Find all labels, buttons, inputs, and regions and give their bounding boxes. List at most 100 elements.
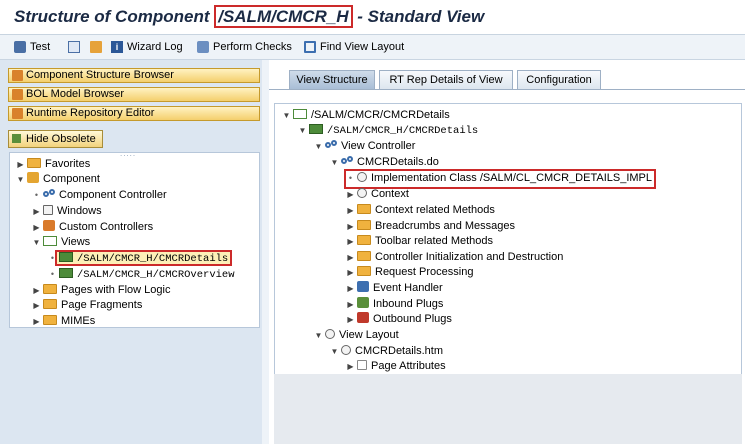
view-icon (309, 124, 323, 134)
tree-node-label: Views (61, 236, 91, 248)
structure-node-context[interactable]: ▶ Context (346, 187, 409, 202)
tree-node-windows[interactable]: ▶ Windows (32, 204, 102, 219)
hide-obsolete-button[interactable]: Hide Obsolete (8, 130, 103, 148)
structure-node-label: View Controller (341, 140, 416, 152)
collapse-arrow-icon[interactable]: ▼ (298, 123, 307, 138)
find-view-layout-button[interactable]: Find View Layout (304, 40, 404, 54)
page-title: Structure of Component /SALM/CMCR_H - St… (14, 5, 485, 28)
structure-node-inbound-plugs[interactable]: ▶ Inbound Plugs (346, 297, 443, 312)
tree-node-component[interactable]: ▼ Component (16, 172, 100, 187)
structure-node-page-attributes[interactable]: ▶ Page Attributes (346, 359, 446, 374)
folder-icon (357, 220, 371, 230)
collapse-arrow-icon[interactable]: ▼ (282, 108, 291, 123)
collapse-arrow-icon[interactable]: ▼ (314, 328, 323, 343)
collapse-arrow-icon[interactable]: ▼ (314, 139, 323, 154)
expand-arrow-icon[interactable]: ▶ (346, 219, 355, 234)
collapse-arrow-icon[interactable]: ▼ (32, 235, 41, 250)
folder-icon (43, 299, 57, 309)
favorites-button[interactable] (90, 40, 106, 54)
structure-node-controller-file[interactable]: ▼ CMCRDetails.do (330, 155, 439, 170)
structure-node-event-handler[interactable]: ▶ Event Handler (346, 281, 443, 296)
tab-rt-rep-details[interactable]: RT Rep Details of View (379, 70, 513, 89)
tree-node-page-fragments[interactable]: ▶ Page Fragments (32, 298, 142, 313)
tree-node-component-controller[interactable]: • Component Controller (32, 188, 167, 203)
expand-arrow-icon[interactable]: ▶ (346, 187, 355, 202)
expand-arrow-icon[interactable]: ▶ (346, 297, 355, 312)
info-icon: i (111, 41, 123, 53)
views-icon (43, 236, 57, 246)
expand-arrow-icon[interactable]: ▶ (346, 203, 355, 218)
structure-node-label: View Layout (339, 329, 399, 341)
tree-node-custom-controllers[interactable]: ▶ Custom Controllers (32, 220, 153, 235)
expand-arrow-icon[interactable]: ▶ (32, 314, 41, 329)
structure-node-context-methods[interactable]: ▶ Context related Methods (346, 203, 495, 218)
expand-arrow-icon[interactable]: ▶ (346, 312, 355, 327)
wizard-log-label: Wizard Log (127, 41, 183, 53)
tab-configuration[interactable]: Configuration (517, 70, 601, 89)
structure-node-label: Context related Methods (375, 204, 495, 216)
collapse-arrow-icon[interactable]: ▼ (330, 155, 339, 170)
leaf-dot-icon: • (50, 253, 55, 263)
expand-arrow-icon[interactable]: ▶ (32, 283, 41, 298)
test-label: Test (30, 41, 51, 53)
expand-arrow-icon[interactable]: ▶ (346, 359, 355, 374)
tree-node-pages-with-flow-logic[interactable]: ▶ Pages with Flow Logic (32, 283, 170, 298)
bol-model-browser-button[interactable]: BOL Model Browser (8, 87, 260, 102)
tab-view-structure[interactable]: View Structure (289, 70, 375, 89)
expand-arrow-icon[interactable]: ▶ (32, 220, 41, 235)
tree-node-label: Component (43, 173, 100, 185)
tree-node-mimes[interactable]: ▶ MIMEs (32, 314, 95, 329)
structure-node-controller-init[interactable]: ▶ Controller Initialization and Destructi… (346, 250, 563, 265)
structure-node-label: Breadcrumbs and Messages (375, 220, 516, 232)
hierarchy-icon (90, 41, 102, 53)
perform-checks-button[interactable]: Perform Checks (197, 40, 292, 54)
collapse-arrow-icon[interactable]: ▼ (16, 172, 25, 187)
folder-icon (27, 158, 41, 168)
expand-arrow-icon[interactable]: ▶ (16, 157, 25, 172)
expand-arrow-icon[interactable]: ▶ (346, 234, 355, 249)
tree-node-view-cmcrdetails[interactable]: • /SALM/CMCR_H/CMCRDetails (48, 250, 233, 266)
structure-node-label: CMCRDetails.do (357, 156, 439, 168)
structure-node-label: /SALM/CMCR/CMCRDetails (311, 109, 450, 121)
structure-node-impl-class[interactable]: • Implementation Class /SALM/CL_CMCR_DETA… (346, 171, 652, 186)
folder-icon (43, 284, 57, 294)
expand-arrow-icon[interactable]: ▶ (32, 298, 41, 313)
wizard-log-button[interactable]: i Wizard Log (111, 40, 183, 54)
tree-node-favorites[interactable]: ▶ Favorites (16, 157, 90, 172)
expand-arrow-icon[interactable]: ▶ (346, 265, 355, 280)
panel-splitter[interactable] (262, 60, 269, 444)
component-structure-browser-label: Component Structure Browser (26, 69, 174, 81)
tree-node-view-cmcroverview[interactable]: • /SALM/CMCR_H/CMCROverview (48, 267, 235, 282)
structure-node-view[interactable]: ▼ /SALM/CMCR_H/CMCRDetails (298, 123, 478, 138)
test-button[interactable]: Test (14, 40, 50, 54)
resize-grip[interactable]: ..... (120, 149, 136, 158)
tree-node-label: Page Fragments (61, 299, 143, 311)
folder-icon (357, 204, 371, 214)
structure-node-layout-file[interactable]: ▼ CMCRDetails.htm (330, 344, 443, 359)
layout-file-icon (341, 345, 351, 355)
tree-node-label: Component Controller (59, 189, 167, 201)
expand-arrow-icon[interactable]: ▶ (346, 250, 355, 265)
class-icon (357, 172, 367, 182)
collapse-arrow-icon[interactable]: ▼ (330, 344, 339, 359)
display-list-button[interactable] (68, 40, 84, 54)
list-icon (68, 41, 80, 53)
expand-arrow-icon[interactable]: ▶ (32, 204, 41, 219)
outbound-plug-icon (357, 312, 369, 323)
tree-node-label: Windows (57, 205, 102, 217)
structure-node-view-layout[interactable]: ▼ View Layout (314, 328, 399, 343)
tree-node-views[interactable]: ▼ Views (32, 235, 90, 250)
browser-icon (12, 70, 23, 81)
component-structure-browser-button[interactable]: Component Structure Browser (8, 68, 260, 83)
runtime-repository-editor-button[interactable]: Runtime Repository Editor (8, 106, 260, 121)
structure-node-breadcrumbs[interactable]: ▶ Breadcrumbs and Messages (346, 219, 515, 234)
tree-node-label: Pages with Flow Logic (61, 284, 171, 296)
structure-node-root[interactable]: ▼ /SALM/CMCR/CMCRDetails (282, 108, 450, 123)
leaf-dot-icon: • (348, 173, 353, 183)
structure-node-outbound-plugs[interactable]: ▶ Outbound Plugs (346, 312, 452, 327)
structure-node-toolbar-methods[interactable]: ▶ Toolbar related Methods (346, 234, 493, 249)
structure-node-request-processing[interactable]: ▶ Request Processing (346, 265, 473, 280)
structure-node-view-controller[interactable]: ▼ View Controller (314, 139, 415, 154)
expand-arrow-icon[interactable]: ▶ (346, 281, 355, 296)
title-suffix: - Standard View (352, 7, 485, 26)
